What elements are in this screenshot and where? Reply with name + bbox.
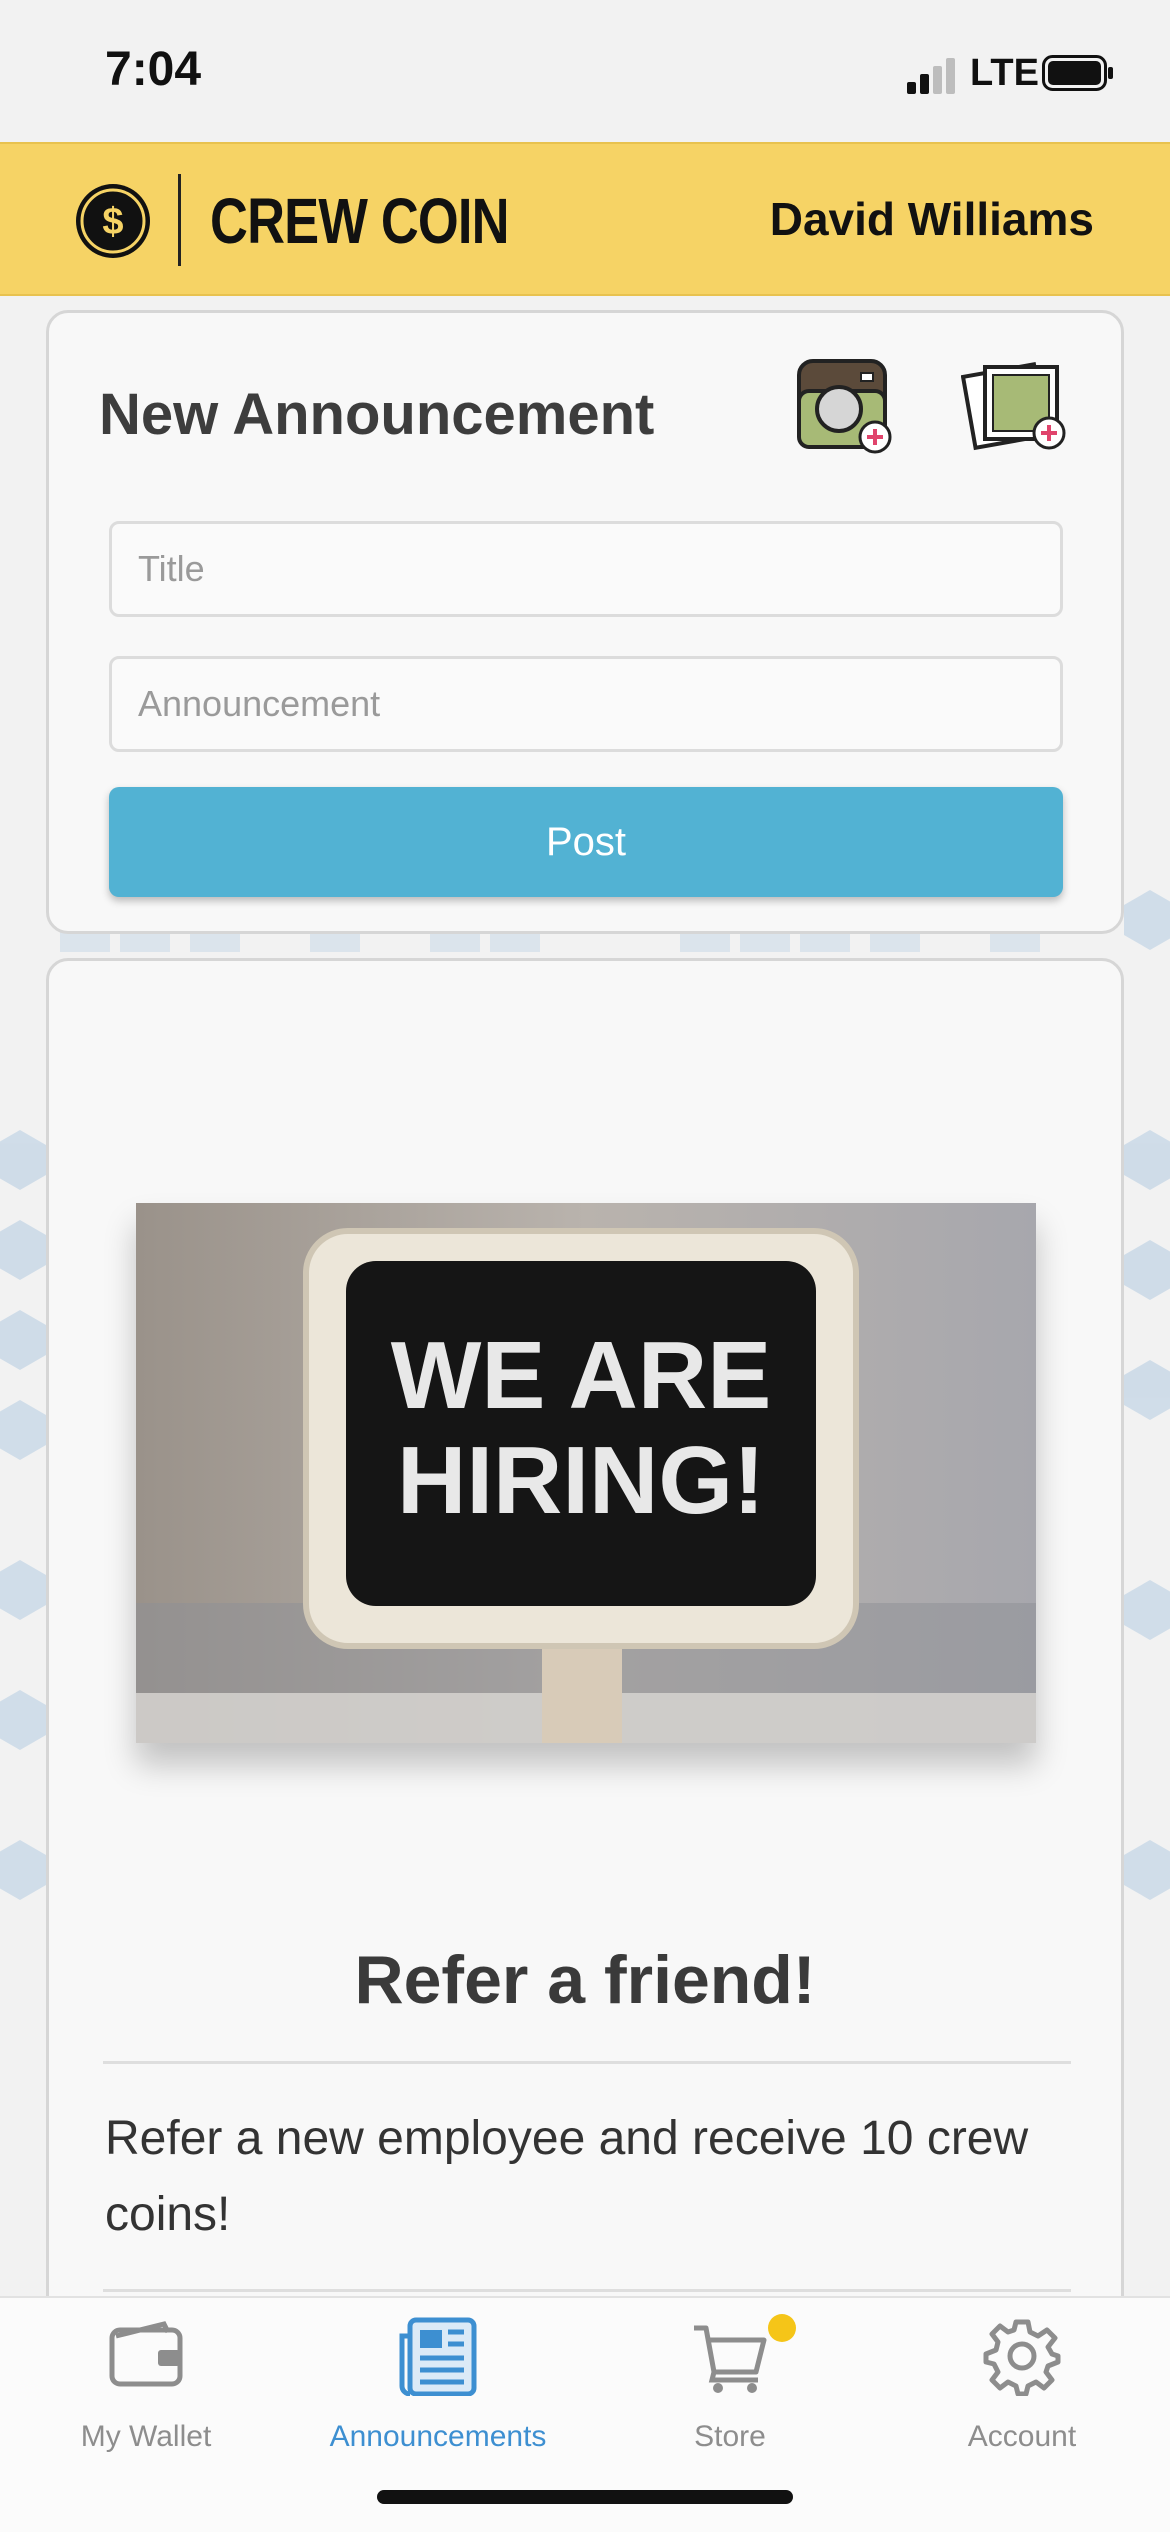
new-announcement-card: New Announcement Post [46, 310, 1124, 934]
svg-text:$: $ [102, 201, 123, 243]
newspaper-icon [399, 2317, 477, 2396]
add-photo-camera-icon[interactable] [795, 357, 895, 457]
announcement-card: WE ARE HIRING! Refer a friend! Refer a n… [46, 958, 1124, 2358]
battery-icon [1042, 55, 1113, 91]
cart-icon [694, 2325, 767, 2393]
tab-my-wallet[interactable]: My Wallet [0, 2314, 292, 2464]
we-are-hiring-image[interactable]: WE ARE HIRING! [136, 1203, 1036, 1743]
tab-label: Announcements [329, 2420, 547, 2453]
announcement-input[interactable] [109, 656, 1063, 752]
image-text-line1: WE ARE [391, 1322, 771, 1429]
app-header: $ CREW COIN David Williams [0, 142, 1170, 296]
tab-announcements[interactable]: Announcements [292, 2314, 584, 2464]
post-button[interactable]: Post [109, 787, 1063, 897]
logo-divider [178, 174, 181, 266]
tab-label: Account [967, 2420, 1077, 2453]
add-image-gallery-icon[interactable] [961, 357, 1073, 457]
notification-badge [768, 2314, 796, 2342]
signal-strength-icon [907, 58, 955, 94]
network-type: LTE [970, 52, 1039, 94]
tab-label: Store [694, 2420, 766, 2453]
divider [103, 2061, 1071, 2064]
image-text-line2: HIRING! [397, 1427, 765, 1534]
announcement-body: Refer a new employee and receive 10 crew… [105, 2112, 1029, 2241]
announcement-title: Refer a friend! [354, 1942, 816, 2018]
status-time: 7:04 [105, 43, 202, 96]
gear-icon [983, 2319, 1061, 2396]
divider [103, 2289, 1071, 2292]
home-indicator[interactable] [377, 2490, 793, 2504]
user-name[interactable]: David Williams [770, 192, 1094, 246]
brand-name: CREW COIN [210, 185, 510, 257]
tab-label: My Wallet [80, 2420, 212, 2453]
tab-store[interactable]: Store [584, 2314, 876, 2464]
new-announcement-title: New Announcement [99, 382, 655, 447]
status-bar: 7:04 LTE [0, 0, 1170, 142]
wallet-icon [109, 2321, 183, 2387]
coin-logo-icon: $ [76, 184, 150, 258]
title-input[interactable] [109, 521, 1063, 617]
tab-account[interactable]: Account [876, 2314, 1168, 2464]
